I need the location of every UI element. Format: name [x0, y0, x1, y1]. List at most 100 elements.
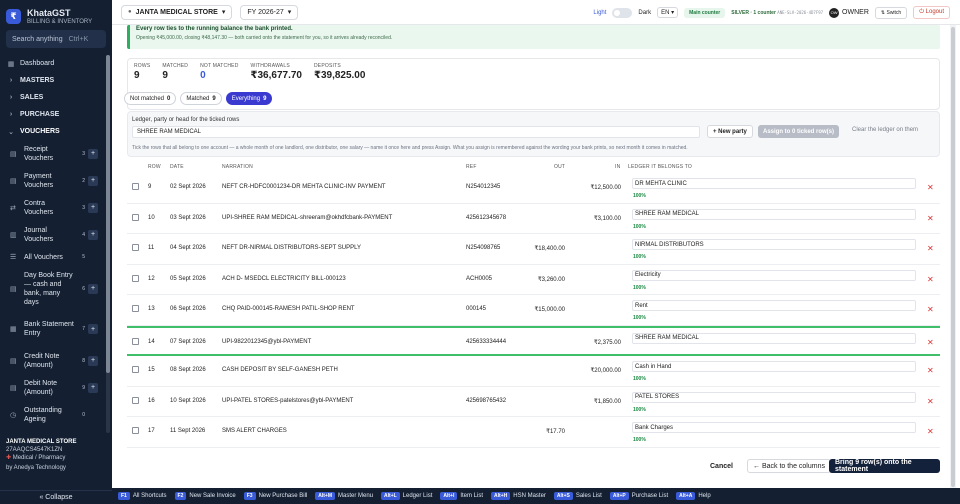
ledger-input[interactable]: SHREE RAM MEDICAL	[132, 126, 700, 138]
back-button[interactable]: ← Back to the columns	[747, 459, 831, 473]
shortcut-item[interactable]: Alt+I Item List	[440, 492, 483, 500]
row-checkbox[interactable]	[132, 183, 139, 190]
shortcut-item[interactable]: F2 New Sale Invoice	[174, 492, 236, 500]
sidebar-item-all-vouchers[interactable]: ☰ All Vouchers 5	[0, 248, 104, 266]
sidebar-item-masters[interactable]: › MASTERS	[0, 72, 104, 89]
sidebar-item-credit-note[interactable]: ▤ Credit Note (Amount) 8 +	[0, 347, 104, 374]
logout-button[interactable]: ⏻ Logout	[913, 6, 950, 19]
sidebar-item-day-book[interactable]: ▤ Day Book Entry — cash and bank, many da…	[0, 266, 104, 311]
company-footer: by Anedya Technology	[6, 465, 66, 471]
row-remove-icon[interactable]: ✕	[927, 366, 934, 375]
sidebar-item-receipt-vouchers[interactable]: ▤ Receipt Vouchers 3 +	[0, 140, 104, 167]
row-ledger-input[interactable]: Rent	[632, 300, 916, 311]
row-ledger-input[interactable]: SHREE RAM MEDICAL	[632, 332, 916, 344]
row-ledger-input[interactable]: Cash in Hand	[632, 361, 916, 372]
firm-selector[interactable]: ● JANTA MEDICAL STORE ▾	[121, 4, 233, 20]
row-remove-icon[interactable]: ✕	[927, 275, 934, 284]
filter-everything[interactable]: Everything 9	[225, 92, 273, 105]
row-narration: CASH DEPOSIT BY SELF-GANESH PETH	[222, 367, 338, 373]
shortcut-item[interactable]: F3 New Purchase Bill	[243, 492, 307, 500]
row-checkbox[interactable]	[132, 337, 139, 345]
bring-rows-button[interactable]: Bring 9 row(s) onto the statement	[829, 459, 940, 473]
table-row[interactable]: 12 05 Sept 2026 ACH D- MSEDCL ELECTRICITY …	[127, 265, 940, 295]
table-row[interactable]: 9 02 Sept 2026 NEFT CR-HDFC0001234-DR MEHT…	[127, 173, 940, 204]
filter-not-matched[interactable]: Not matched 0	[124, 92, 177, 105]
shortcut-item[interactable]: F1 All Shortcuts	[118, 492, 167, 500]
add-day-book-button[interactable]: +	[88, 283, 98, 294]
cancel-button[interactable]: Cancel	[710, 463, 733, 470]
row-ledger-input[interactable]: SHREE RAM MEDICAL	[632, 208, 916, 220]
table-row[interactable]: 15 08 Sept 2026 CASH DEPOSIT BY SELF-GANES…	[127, 356, 940, 387]
shortcut-item[interactable]: Alt+P Purchase List	[609, 492, 668, 500]
row-checkbox[interactable]	[132, 213, 139, 221]
row-remove-icon[interactable]: ✕	[927, 183, 934, 192]
switch-button[interactable]: ⇅ Switch	[874, 6, 908, 19]
table-row[interactable]: 17 11 Sept 2026 SMS ALERT CHARGES ₹17.70 Ban…	[127, 417, 940, 448]
sidebar-item-debit-note[interactable]: ▤ Debit Note (Amount) 9 +	[0, 374, 104, 401]
filter-matched[interactable]: Matched 9	[180, 92, 222, 105]
row-remove-icon[interactable]: ✕	[927, 214, 934, 223]
row-ledger-input[interactable]: Electricity	[632, 269, 916, 281]
assign-button[interactable]: Assign to 0 ticked row(s)	[758, 125, 840, 138]
add-journal-button[interactable]: +	[88, 229, 98, 240]
row-date: 08 Sept 2026	[170, 367, 206, 373]
sidebar-item-vouchers[interactable]: ⌄ VOUCHERS	[0, 123, 104, 140]
sidebar-item-payment-vouchers[interactable]: ▤ Payment Vouchers 2 +	[0, 167, 104, 194]
row-checkbox[interactable]	[132, 274, 139, 282]
stat-label: DEPOSITS	[313, 63, 341, 69]
sidebar-item-sales[interactable]: › SALES	[0, 89, 104, 106]
col-out: OUT	[554, 164, 566, 170]
main-scrollbar[interactable]	[950, 25, 956, 490]
theme-dark-label[interactable]: Dark	[638, 10, 651, 16]
add-payment-button[interactable]: +	[88, 175, 98, 186]
col-in: IN	[615, 164, 621, 170]
shortcut-item[interactable]: Alt+M Master Menu	[315, 492, 373, 500]
row-ledger-input[interactable]: NIRMAL DISTRIBUTORS	[632, 239, 916, 250]
sidebar-item-contra-vouchers[interactable]: ⇄ Contra Vouchers 3 +	[0, 194, 104, 221]
owner-menu[interactable]: OW OWNER	[829, 7, 869, 18]
row-remove-icon[interactable]: ✕	[927, 427, 934, 436]
add-debit-note-button[interactable]: +	[88, 382, 98, 393]
row-remove-icon[interactable]: ✕	[927, 244, 934, 253]
row-checkbox[interactable]	[132, 396, 139, 404]
shortcut-item[interactable]: Alt+L Ledger List	[381, 492, 432, 500]
row-ledger-input[interactable]: DR MEHTA CLINIC	[632, 178, 916, 189]
shortcut-item[interactable]: Alt+A Help	[676, 492, 711, 500]
sidebar-item-purchase[interactable]: › PURCHASE	[0, 106, 104, 123]
table-row[interactable]: 13 06 Sept 2026 CHQ PAID-000145-RAMESH PAT…	[127, 295, 940, 326]
sidebar-item-dashboard[interactable]: ▦ Dashboard	[0, 55, 104, 72]
add-receipt-button[interactable]: +	[88, 148, 98, 159]
shortcut-item[interactable]: Alt+H HSN Master	[491, 492, 546, 500]
theme-light-label[interactable]: Light	[593, 10, 606, 16]
search-input[interactable]: Search anything Ctrl+K	[6, 30, 106, 48]
add-bank-statement-button[interactable]: +	[88, 324, 98, 334]
row-ledger-input[interactable]: Bank Charges	[632, 422, 916, 433]
top-bar-right: Light Dark EN ▾ Main counter SILVER · 1 …	[593, 0, 950, 25]
table-row[interactable]: 11 04 Sept 2026 NEFT DR-NIRMAL DISTRIBUTOR…	[127, 234, 940, 265]
table-row[interactable]: 10 03 Sept 2026 UPI-SHREE RAM MEDICAL-shre…	[127, 204, 940, 234]
language-select[interactable]: EN ▾	[657, 7, 679, 18]
row-checkbox[interactable]	[132, 427, 139, 434]
sidebar-scrollbar[interactable]	[106, 55, 110, 373]
clear-ledger-button[interactable]: Clear the ledger on them	[852, 127, 918, 133]
row-remove-icon[interactable]: ✕	[927, 305, 934, 314]
sidebar-item-journal-vouchers[interactable]: ▥ Journal Vouchers 4 +	[0, 221, 104, 248]
sidebar-item-outstanding-ageing[interactable]: ◷ Outstanding Ageing 0	[0, 401, 104, 428]
shortcut-item[interactable]: Alt+S Sales List	[553, 492, 602, 500]
table-row[interactable]: 16 10 Sept 2026 UPI-PATEL STORES-patelstor…	[127, 387, 940, 417]
sidebar-item-bank-statement[interactable]: ▦ Bank Statement Entry 7 +	[0, 311, 104, 347]
main-scroll-thumb[interactable]	[951, 27, 955, 487]
row-ledger-input[interactable]: PATEL STORES	[632, 391, 916, 403]
new-party-button[interactable]: + New party	[707, 125, 753, 138]
theme-toggle[interactable]	[612, 7, 633, 18]
add-credit-note-button[interactable]: +	[88, 355, 98, 366]
row-remove-icon[interactable]: ✕	[927, 397, 934, 406]
fy-selector[interactable]: FY 2026-27 ▾	[240, 4, 299, 20]
row-checkbox[interactable]	[132, 305, 139, 312]
row-checkbox[interactable]	[132, 244, 139, 251]
table-row[interactable]: 14 07 Sept 2026 UPI-9822012345@ybl-PAYMENT…	[127, 325, 940, 356]
collapse-button[interactable]: « Collapse	[0, 490, 112, 504]
row-remove-icon[interactable]: ✕	[927, 338, 934, 347]
row-checkbox[interactable]	[132, 366, 139, 373]
add-contra-button[interactable]: +	[88, 202, 98, 213]
